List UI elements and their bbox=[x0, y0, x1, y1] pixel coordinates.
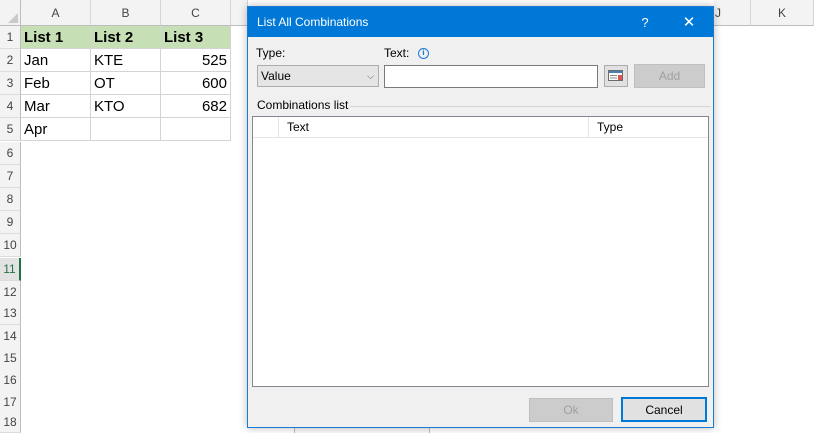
cell-b5[interactable] bbox=[91, 118, 161, 141]
row-header-1[interactable]: 1 bbox=[0, 26, 21, 49]
listview-column-blank[interactable] bbox=[253, 117, 279, 137]
listview-column-type[interactable]: Type bbox=[589, 117, 708, 137]
type-dropdown[interactable]: Value ⌵ bbox=[257, 65, 379, 87]
dialog-title: List All Combinations bbox=[257, 15, 369, 29]
row-header-15[interactable]: 15 bbox=[0, 347, 21, 370]
row-header-17[interactable]: 17 bbox=[0, 391, 21, 414]
cell-c2[interactable]: 525 bbox=[161, 49, 231, 72]
row-header-13[interactable]: 13 bbox=[0, 302, 21, 325]
cell-a2[interactable]: Jan bbox=[21, 49, 91, 72]
column-header-b[interactable]: B bbox=[91, 0, 161, 26]
help-button[interactable]: ? bbox=[630, 7, 660, 37]
row-header-7[interactable]: 7 bbox=[0, 165, 21, 188]
cell-c4[interactable]: 682 bbox=[161, 95, 231, 118]
row-header-18[interactable]: 18 bbox=[0, 412, 21, 433]
dialog-titlebar[interactable]: List All Combinations ? ✕ bbox=[248, 7, 713, 37]
range-select-icon bbox=[608, 70, 623, 81]
row-header-6[interactable]: 6 bbox=[0, 142, 21, 165]
type-label: Type: bbox=[256, 46, 286, 60]
cancel-button[interactable]: Cancel bbox=[621, 397, 707, 422]
info-icon[interactable]: i bbox=[418, 48, 429, 59]
text-label: Text: bbox=[384, 46, 410, 60]
row-header-11[interactable]: 11 bbox=[0, 258, 21, 281]
row-header-8[interactable]: 8 bbox=[0, 188, 21, 211]
cell-c3[interactable]: 600 bbox=[161, 72, 231, 95]
type-dropdown-value: Value bbox=[261, 69, 291, 83]
cell-b2[interactable]: KTE bbox=[91, 49, 161, 72]
column-header-d[interactable] bbox=[231, 0, 248, 26]
row-header-2[interactable]: 2 bbox=[0, 49, 21, 72]
row-header-4[interactable]: 4 bbox=[0, 95, 21, 118]
column-header-k[interactable]: K bbox=[751, 0, 814, 26]
cell-a1[interactable]: List 1 bbox=[21, 26, 91, 49]
row-header-12[interactable]: 12 bbox=[0, 281, 21, 304]
column-header-c[interactable]: C bbox=[161, 0, 231, 26]
row-header-10[interactable]: 10 bbox=[0, 234, 21, 257]
row-header-9[interactable]: 9 bbox=[0, 211, 21, 234]
ok-button[interactable]: Ok bbox=[529, 398, 613, 422]
cell-b4[interactable]: KTO bbox=[91, 95, 161, 118]
cell-a5[interactable]: Apr bbox=[21, 118, 91, 141]
cell-b1[interactable]: List 2 bbox=[91, 26, 161, 49]
cell-a3[interactable]: Feb bbox=[21, 72, 91, 95]
close-button[interactable]: ✕ bbox=[674, 7, 704, 37]
select-range-button[interactable] bbox=[604, 65, 628, 87]
column-header-j[interactable]: J bbox=[714, 0, 751, 26]
group-divider bbox=[350, 106, 711, 107]
cell-b3[interactable]: OT bbox=[91, 72, 161, 95]
add-button[interactable]: Add bbox=[634, 64, 705, 88]
cell-c5[interactable] bbox=[161, 118, 231, 141]
combinations-listview[interactable]: Text Type bbox=[252, 116, 709, 387]
column-header-a[interactable]: A bbox=[21, 0, 91, 26]
row-header-5[interactable]: 5 bbox=[0, 118, 21, 141]
cell-a4[interactable]: Mar bbox=[21, 95, 91, 118]
cell-c1[interactable]: List 3 bbox=[161, 26, 231, 49]
listview-header: Text Type bbox=[253, 117, 708, 138]
row-header-3[interactable]: 3 bbox=[0, 72, 21, 95]
text-input[interactable] bbox=[384, 65, 598, 88]
select-all-corner[interactable] bbox=[0, 0, 21, 26]
listview-column-text[interactable]: Text bbox=[279, 117, 589, 137]
list-all-combinations-dialog: List All Combinations ? ✕ Type: Text: i … bbox=[247, 6, 714, 428]
row-header-16[interactable]: 16 bbox=[0, 369, 21, 392]
chevron-down-icon: ⌵ bbox=[367, 71, 374, 81]
row-header-14[interactable]: 14 bbox=[0, 325, 21, 348]
combinations-list-label: Combinations list bbox=[257, 98, 349, 112]
